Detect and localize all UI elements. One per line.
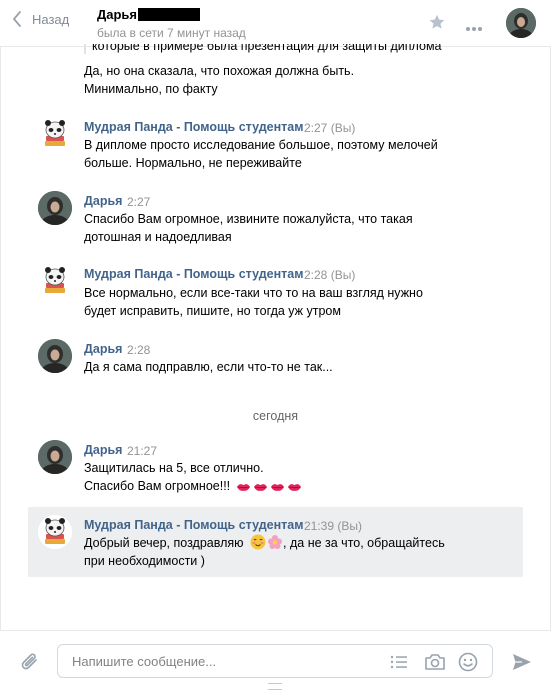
chevron-left-icon bbox=[13, 11, 21, 27]
message-text: Защитилась на 5, все отлично. Спасибо Ва… bbox=[84, 459, 484, 495]
message-author[interactable]: Дарья bbox=[84, 443, 122, 457]
message-text: В дипломе просто исследование большое, п… bbox=[84, 138, 438, 170]
avatar[interactable] bbox=[38, 191, 72, 225]
avatar[interactable] bbox=[38, 264, 72, 298]
blush-smile-emoji bbox=[250, 534, 266, 550]
window-frame bbox=[0, 0, 551, 692]
avatar[interactable] bbox=[38, 117, 72, 151]
paperclip-icon[interactable] bbox=[20, 651, 40, 678]
peer-status: была в сети 7 минут назад bbox=[97, 26, 246, 40]
message-time[interactable]: 2:27 bbox=[127, 195, 150, 209]
peer-name[interactable]: Дарья bbox=[97, 7, 137, 22]
message-input[interactable] bbox=[70, 653, 374, 670]
camera-icon[interactable] bbox=[424, 652, 446, 677]
message-author[interactable]: Мудрая Панда - Помощь студентам bbox=[84, 120, 303, 134]
avatar[interactable] bbox=[38, 339, 72, 373]
message-author[interactable]: Дарья bbox=[84, 194, 122, 208]
message-time[interactable]: 2:28 (Вы) bbox=[304, 268, 355, 282]
kiss-lips-icon bbox=[236, 483, 250, 491]
message-text: Добрый вечер, поздравляю , да не за что,… bbox=[84, 534, 445, 568]
smile-icon[interactable] bbox=[458, 652, 478, 677]
send-icon[interactable] bbox=[512, 653, 532, 676]
avatar[interactable] bbox=[38, 515, 72, 549]
message-time[interactable]: 2:27 (Вы) bbox=[304, 121, 355, 135]
more-icon[interactable] bbox=[465, 19, 483, 37]
kiss-lips-icon bbox=[253, 483, 267, 491]
message-time[interactable]: 21:39 (Вы) bbox=[304, 519, 362, 533]
list-icon[interactable] bbox=[389, 652, 409, 677]
message-author[interactable]: Мудрая Панда - Помощь студентам bbox=[84, 518, 303, 532]
message-author[interactable]: Мудрая Панда - Помощь студентам bbox=[84, 267, 303, 281]
message-text: Да я сама подправлю, если что-то не так.… bbox=[84, 360, 333, 374]
avatar[interactable] bbox=[38, 440, 72, 474]
star-icon[interactable] bbox=[428, 13, 446, 36]
message-author[interactable]: Дарья bbox=[84, 342, 122, 356]
back-button[interactable]: Назад bbox=[12, 11, 69, 27]
resize-grip[interactable] bbox=[268, 683, 282, 690]
chat-header: Назад Дарья была в сети 7 минут назад bbox=[0, 0, 551, 47]
kiss-lips-icon bbox=[287, 483, 301, 491]
back-label: Назад bbox=[32, 11, 70, 27]
flower-emoji bbox=[268, 535, 283, 549]
message-input-box[interactable] bbox=[57, 644, 493, 678]
message-text: Все нормально, если все-таки что то на в… bbox=[84, 286, 423, 318]
quoted-message: которые в примере была презентация для з… bbox=[84, 44, 472, 54]
message-text: Да, но она сказала, что похожая должна б… bbox=[84, 64, 355, 96]
message-time[interactable]: 2:28 bbox=[127, 343, 150, 357]
kiss-lips-icon bbox=[270, 483, 284, 491]
redaction-bar bbox=[138, 8, 200, 21]
date-separator: сегодня bbox=[252, 409, 299, 423]
peer-avatar[interactable] bbox=[506, 8, 536, 38]
message-text: Спасибо Вам огромное, извините пожалуйст… bbox=[84, 212, 413, 244]
message-time[interactable]: 21:27 bbox=[127, 444, 157, 458]
